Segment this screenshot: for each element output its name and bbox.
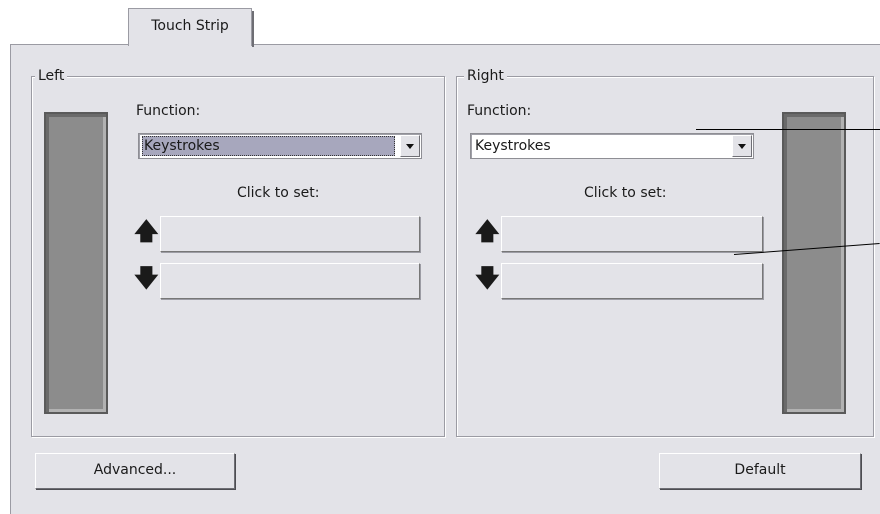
- right-strip-down-key-button[interactable]: [501, 263, 763, 299]
- left-function-select[interactable]: Keystrokes: [138, 133, 422, 159]
- right-click-to-set-label: Click to set:: [584, 185, 667, 201]
- right-group-label: Right: [464, 67, 507, 85]
- left-function-label: Function:: [136, 103, 201, 119]
- right-touch-strip: [782, 112, 846, 414]
- left-strip-down-key-button[interactable]: [160, 263, 420, 299]
- left-group: Left Function: Keystrokes Click to set: …: [31, 67, 445, 437]
- chevron-down-icon[interactable]: [732, 135, 752, 157]
- arrow-down-icon: 🡇: [134, 264, 159, 292]
- left-group-label: Left: [35, 67, 68, 85]
- left-strip-up-key-button[interactable]: [160, 216, 420, 252]
- left-click-to-set-label: Click to set:: [237, 185, 320, 201]
- right-function-label: Function:: [467, 103, 532, 119]
- left-function-value: Keystrokes: [142, 136, 395, 156]
- right-function-value: Keystrokes: [475, 138, 551, 154]
- chevron-down-icon[interactable]: [400, 135, 420, 157]
- tab-label: Touch Strip: [151, 18, 229, 34]
- right-function-select[interactable]: Keystrokes: [470, 133, 754, 159]
- arrow-down-icon: 🡇: [475, 264, 500, 292]
- tab-shadow: [252, 11, 254, 47]
- touch-strip-panel: Left Function: Keystrokes Click to set: …: [10, 44, 880, 514]
- advanced-button[interactable]: Advanced...: [35, 453, 235, 489]
- callout-line-function: [696, 129, 880, 130]
- arrow-up-icon: 🡅: [475, 217, 500, 245]
- right-strip-up-key-button[interactable]: [501, 216, 763, 252]
- default-button[interactable]: Default: [659, 453, 861, 489]
- arrow-up-icon: 🡅: [134, 217, 159, 245]
- tab-touch-strip[interactable]: Touch Strip: [128, 8, 254, 47]
- right-group: Right Function: Keystrokes Click to set:…: [456, 67, 874, 437]
- left-touch-strip: [44, 112, 108, 414]
